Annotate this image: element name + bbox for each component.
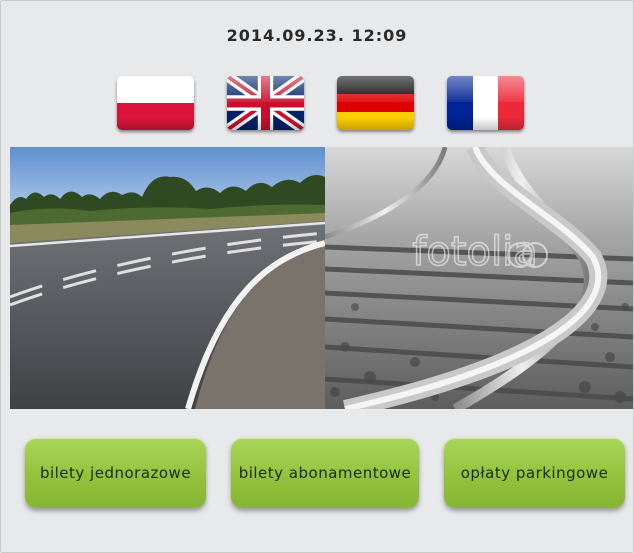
fotolia-watermark: fotolia — [412, 228, 548, 276]
railway-photo: fotolia — [325, 147, 633, 409]
datetime-display: 2014.09.23. 12:09 — [226, 26, 408, 45]
language-german-button[interactable] — [337, 76, 414, 130]
parking-fees-button[interactable]: opłaty parkingowe — [444, 438, 625, 508]
svg-text:fotolia: fotolia — [412, 229, 537, 275]
language-french-button[interactable] — [447, 76, 524, 130]
france-flag-icon — [447, 76, 524, 130]
single-tickets-button[interactable]: bilety jednorazowe — [25, 438, 206, 508]
kiosk-screen: 2014.09.23. 12:09 fotolia bilety jednora… — [0, 0, 634, 553]
language-polish-button[interactable] — [117, 76, 194, 130]
uk-flag-icon — [227, 76, 304, 130]
language-english-button[interactable] — [227, 76, 304, 130]
road-photo — [10, 147, 325, 409]
poland-flag-icon — [117, 76, 194, 130]
germany-flag-icon — [337, 76, 414, 130]
season-tickets-button[interactable]: bilety abonamentowe — [231, 438, 419, 508]
